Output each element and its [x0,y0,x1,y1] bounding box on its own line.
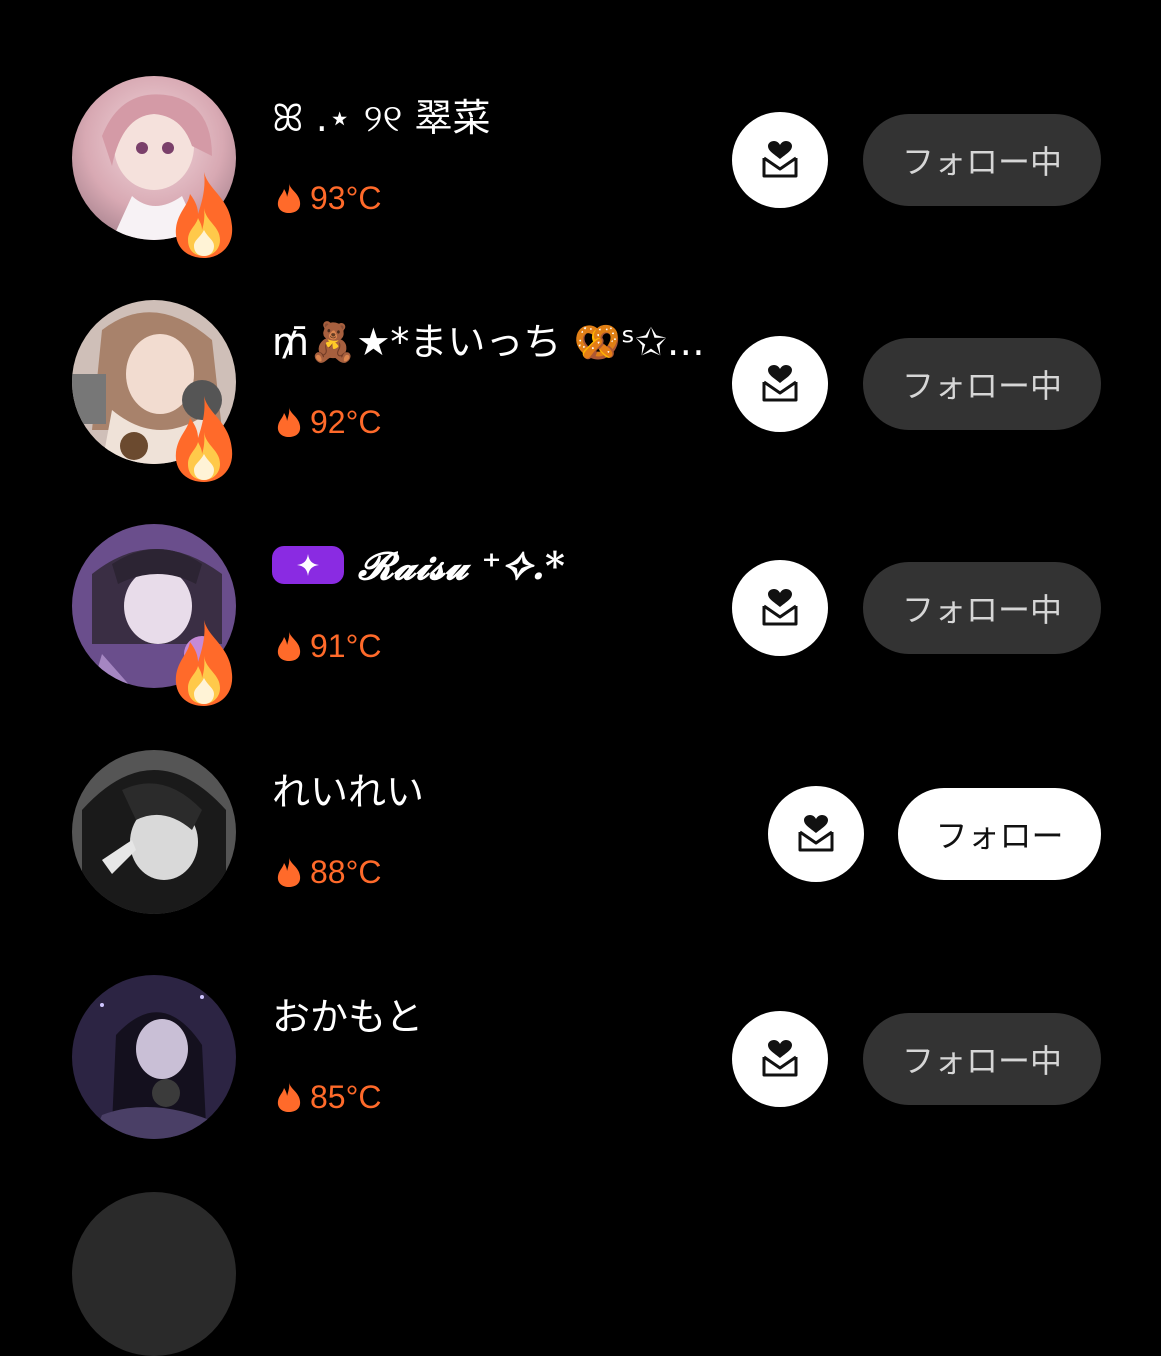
avatar[interactable] [72,1192,236,1356]
temperature-value: 91°C [310,627,382,664]
following-button[interactable]: フォロー中 [863,562,1101,654]
temperature: 92°C [276,402,382,442]
following-button[interactable]: フォロー中 [863,1013,1101,1105]
flame-badge-icon [175,172,233,258]
list-item[interactable]: ꕤ .⋆ ୨୧ 翠菜 93°C フォロー中 [0,76,1161,276]
list-item[interactable]: おかもと 85°C フォロー中 [0,975,1161,1175]
user-name[interactable]: おかもと [272,993,423,1041]
user-name[interactable]: ꕤ .⋆ ୨୧ 翠菜 [272,94,490,142]
follow-button[interactable]: フォロー [898,788,1101,880]
following-button[interactable]: フォロー中 [863,114,1101,206]
list-item[interactable]: 𝓡𝓪𝓲𝓼𝓾 ⁺✧.* 91°C フォロー中 [0,524,1161,724]
avatar[interactable] [72,975,236,1139]
flame-badge-icon [175,396,233,482]
fire-icon [277,407,301,437]
list-item[interactable]: れいれい 88°C フォロー [0,750,1161,950]
heart-envelope-icon [762,589,798,626]
temperature-value: 88°C [310,853,382,890]
temperature: 91°C [276,626,382,666]
dm-button[interactable] [732,1011,828,1107]
dm-button[interactable] [732,112,828,208]
user-name[interactable]: れいれい [272,768,424,816]
temperature-value: 92°C [310,403,382,440]
heart-envelope-icon [762,1040,798,1077]
heart-envelope-icon [798,815,834,852]
fire-icon [277,631,301,661]
dm-button[interactable] [732,560,828,656]
list-item[interactable]: ₥̄🧸★*まいっち 🥨ˢ✩… 92°C フォロー中 [0,300,1161,500]
dm-button[interactable] [768,786,864,882]
temperature: 93°C [276,178,382,218]
avatar[interactable] [72,750,236,914]
following-button[interactable]: フォロー中 [863,338,1101,430]
user-list: ꕤ .⋆ ୨୧ 翠菜 93°C フォロー中 ₥̄🧸★*まいっち 🥨ˢ✩… 92°… [0,0,1161,1356]
heart-envelope-icon [762,141,798,178]
flame-badge-icon [175,620,233,706]
fire-icon [277,183,301,213]
temperature-value: 93°C [310,179,382,216]
premium-badge [272,545,344,584]
temperature: 88°C [276,852,382,892]
user-name: 𝓡𝓪𝓲𝓼𝓾 ⁺✧.* [358,543,565,588]
fire-icon [277,1082,301,1112]
sparkle-icon [297,553,319,576]
user-name[interactable]: ₥̄🧸★*まいっち 🥨ˢ✩… [272,318,705,366]
heart-envelope-icon [762,365,798,402]
fire-icon [277,857,301,887]
temperature-value: 85°C [310,1078,382,1115]
user-name-row[interactable]: 𝓡𝓪𝓲𝓼𝓾 ⁺✧.* [272,542,565,590]
dm-button[interactable] [732,336,828,432]
temperature: 85°C [276,1077,382,1117]
